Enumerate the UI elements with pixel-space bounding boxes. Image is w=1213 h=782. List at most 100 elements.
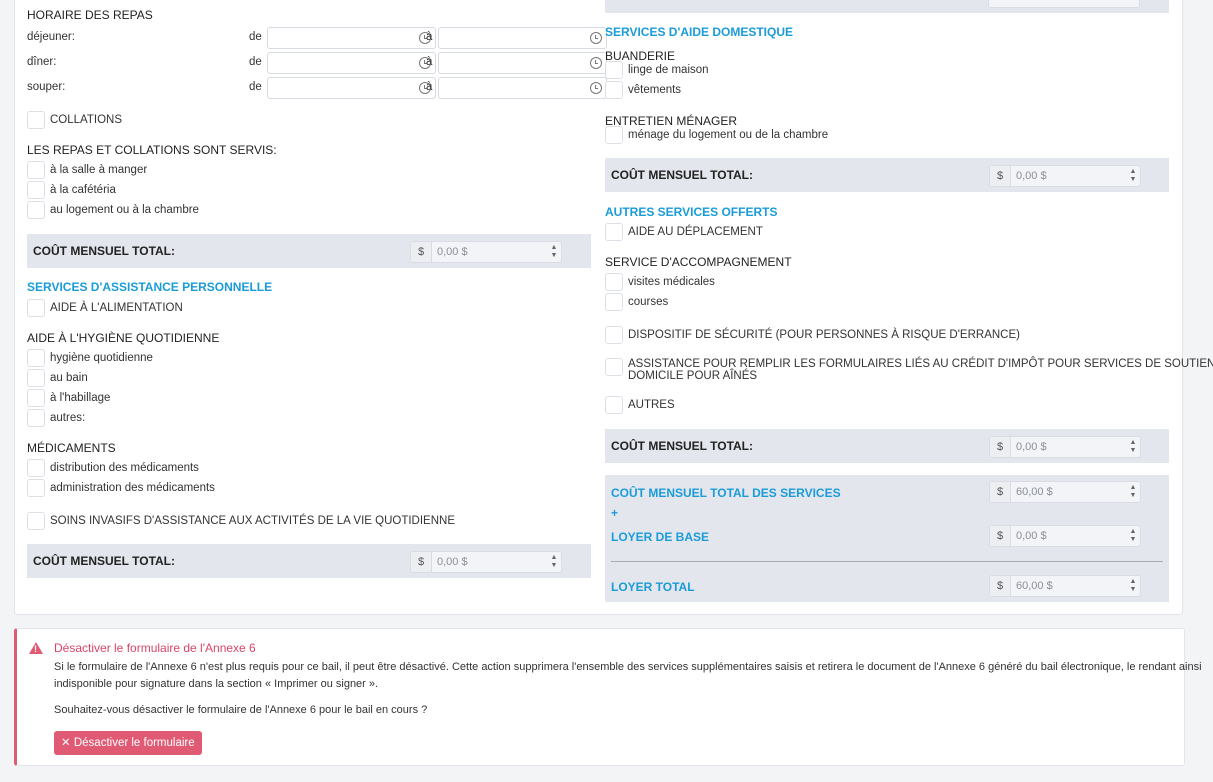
currency-addon: $	[990, 166, 1011, 186]
souper-start-time-input[interactable]	[267, 77, 436, 99]
accompaniment-option-label: visites médicales	[628, 276, 715, 288]
laundry-option-label: vêtements	[628, 84, 682, 96]
other-autres-label: AUTRES	[628, 399, 675, 411]
currency-addon: $	[411, 552, 432, 572]
meds-administration-checkbox[interactable]	[27, 479, 45, 497]
household-linen-checkbox[interactable]	[605, 61, 623, 79]
errands-checkbox[interactable]	[605, 293, 623, 311]
total-rent-label: LOYER TOTAL	[611, 580, 695, 594]
spinner-arrows-icon[interactable]: ▲ ▼	[1128, 168, 1138, 184]
souper-end-time-input[interactable]	[438, 77, 607, 99]
dejeuner-start-time-input[interactable]	[267, 27, 436, 49]
top-cost-bar-partial	[605, 0, 1169, 13]
tax-credit-label-line1: ASSISTANCE POUR REMPLIR LES FORMULAIRES …	[628, 358, 1213, 370]
alert-question: Souhaitez-vous désactiver le formulaire …	[54, 704, 428, 716]
other-cost-bar: COÛT MENSUEL TOTAL: $ 0,00 $ ▲ ▼	[605, 429, 1169, 463]
meds-option-label: distribution des médicaments	[50, 462, 199, 474]
from-label: de	[249, 81, 262, 93]
warning-icon: !	[29, 642, 43, 654]
meal-label-souper: souper:	[27, 81, 66, 93]
total-rent-input[interactable]: $ 60,00 $ ▲ ▼	[989, 575, 1141, 597]
travel-assistance-label: AIDE AU DÉPLACEMENT	[628, 226, 763, 238]
security-device-checkbox[interactable]	[605, 326, 623, 344]
meal-label-dejeuner: déjeuner:	[27, 31, 75, 43]
tax-credit-assistance-checkbox[interactable]	[605, 358, 623, 376]
invasive-care-checkbox[interactable]	[27, 512, 45, 530]
domestic-cost-input[interactable]: $ 0,00 $ ▲ ▼	[989, 165, 1141, 187]
hygiene-bath-checkbox[interactable]	[27, 369, 45, 387]
alert-body-line2: indisponible pour signature dans la sect…	[54, 678, 379, 690]
feeding-assistance-checkbox[interactable]	[27, 299, 45, 317]
diner-end-time-input[interactable]	[438, 52, 607, 74]
housekeeping-checkbox[interactable]	[605, 126, 623, 144]
domestic-cost-bar: COÛT MENSUEL TOTAL: $ 0,00 $ ▲ ▼	[605, 158, 1169, 192]
accompaniment-heading: SERVICE D'ACCOMPAGNEMENT	[605, 255, 792, 269]
hygiene-daily-checkbox[interactable]	[27, 349, 45, 367]
medical-visits-checkbox[interactable]	[605, 273, 623, 291]
clock-icon	[590, 82, 602, 94]
services-total-label: COÛT MENSUEL TOTAL DES SERVICES	[611, 486, 841, 500]
to-label: à	[426, 56, 433, 68]
served-dining-room-checkbox[interactable]	[27, 161, 45, 179]
from-label: de	[249, 31, 262, 43]
other-cost-input[interactable]: $ 0,00 $ ▲ ▼	[989, 436, 1141, 458]
hygiene-option-label: à l'habillage	[50, 392, 111, 404]
hygiene-other-checkbox[interactable]	[27, 409, 45, 427]
assistance-cost-title: COÛT MENSUEL TOTAL:	[33, 554, 175, 568]
spinner-arrows-icon[interactable]: ▲ ▼	[1128, 484, 1138, 500]
services-total-value: 60,00 $	[1016, 486, 1053, 498]
cleaning-heading: ENTRETIEN MÉNAGER	[605, 114, 738, 128]
assistance-cost-input[interactable]: $ 0,00 $ ▲ ▼	[410, 551, 562, 573]
other-cost-value: 0,00 $	[1016, 441, 1047, 453]
assistance-cost-bar: COÛT MENSUEL TOTAL: $ 0,00 $ ▲ ▼	[27, 544, 591, 578]
clothing-checkbox[interactable]	[605, 81, 623, 99]
totals-panel: COÛT MENSUEL TOTAL DES SERVICES $ 60,00 …	[605, 475, 1169, 602]
domestic-section-heading: SERVICES D'AIDE DOMESTIQUE	[605, 25, 793, 39]
spinner-arrows-icon[interactable]: ▲ ▼	[1128, 528, 1138, 544]
meals-cost-bar: COÛT MENSUEL TOTAL: $ 0,00 $ ▲ ▼	[27, 234, 591, 268]
meds-distribution-checkbox[interactable]	[27, 459, 45, 477]
tax-credit-label-line2: DOMICILE POUR AÎNÉS	[628, 370, 758, 382]
hygiene-heading: AIDE À L'HYGIÈNE QUOTIDIENNE	[27, 331, 220, 345]
currency-addon: $	[411, 242, 432, 262]
top-cost-input[interactable]	[988, 0, 1140, 8]
annex-form-card: HORAIRE DES REPAS déjeuner: de à dîner: …	[14, 0, 1213, 615]
deactivate-alert: ! Désactiver le formulaire de l'Annexe 6…	[14, 628, 1202, 766]
services-total-input[interactable]: $ 60,00 $ ▲ ▼	[989, 481, 1141, 503]
invasive-care-label: SOINS INVASIFS D'ASSISTANCE AUX ACTIVITÉ…	[50, 515, 456, 527]
currency-addon: $	[990, 576, 1011, 596]
accompaniment-option-label: courses	[628, 296, 669, 308]
diner-start-time-input[interactable]	[267, 52, 436, 74]
alert-title: Désactiver le formulaire de l'Annexe 6	[54, 641, 256, 655]
other-cost-title: COÛT MENSUEL TOTAL:	[611, 439, 753, 453]
other-autres-checkbox[interactable]	[605, 396, 623, 414]
cleaning-option-label: ménage du logement ou de la chambre	[628, 129, 829, 141]
served-heading: LES REPAS ET COLLATIONS SONT SERVIS:	[27, 143, 277, 157]
served-cafeteria-checkbox[interactable]	[27, 181, 45, 199]
hygiene-option-label: autres:	[50, 412, 86, 424]
hygiene-dressing-checkbox[interactable]	[27, 389, 45, 407]
totals-divider	[611, 561, 1163, 562]
deactivate-form-button[interactable]: ✕ Désactiver le formulaire	[54, 731, 202, 755]
spinner-arrows-icon[interactable]: ▲ ▼	[1128, 439, 1138, 455]
spinner-arrows-icon[interactable]: ▲ ▼	[1128, 578, 1138, 594]
close-icon: ✕	[61, 737, 71, 749]
clock-icon	[590, 57, 602, 69]
plus-sign: +	[611, 506, 619, 520]
meals-cost-input[interactable]: $ 0,00 $ ▲ ▼	[410, 241, 562, 263]
meal-schedule-heading: HORAIRE DES REPAS	[27, 8, 153, 22]
hygiene-option-label: hygiène quotidienne	[50, 352, 153, 364]
currency-addon: $	[990, 437, 1011, 457]
served-option-label: à la cafétéria	[50, 184, 116, 196]
served-room-checkbox[interactable]	[27, 201, 45, 219]
to-label: à	[426, 31, 433, 43]
spinner-arrows-icon[interactable]: ▲ ▼	[549, 554, 559, 570]
spinner-arrows-icon[interactable]: ▲ ▼	[549, 244, 559, 260]
dejeuner-end-time-input[interactable]	[438, 27, 607, 49]
domestic-cost-title: COÛT MENSUEL TOTAL:	[611, 168, 753, 182]
collations-checkbox[interactable]	[27, 111, 45, 129]
base-rent-input[interactable]: $ 0,00 $ ▲ ▼	[989, 525, 1141, 547]
laundry-option-label: linge de maison	[628, 64, 709, 76]
travel-assistance-checkbox[interactable]	[605, 223, 623, 241]
hygiene-option-label: au bain	[50, 372, 88, 384]
